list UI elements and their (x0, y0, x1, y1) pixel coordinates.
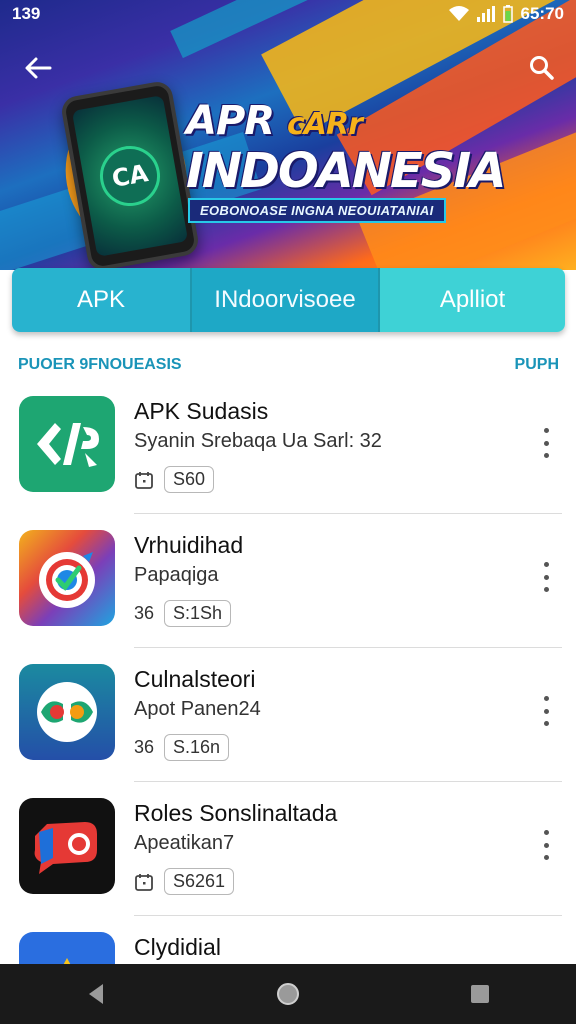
search-button[interactable] (522, 48, 562, 88)
list-item[interactable]: Vrhuidihad Papaqiga 36 S:1Sh (0, 518, 576, 652)
app-meta: S60 (134, 466, 215, 493)
more-options-button[interactable] (536, 562, 556, 592)
app-subtitle: Syanin Srebaqa Ua Sarl: 32 (134, 430, 382, 452)
app-title: APK Sudasis (134, 398, 269, 424)
more-options-button[interactable] (536, 696, 556, 726)
section-title: PUOER 9FNOUEASIS (18, 356, 182, 373)
wifi-icon (448, 6, 469, 21)
app-title: Culnalsteori (134, 666, 256, 692)
calendar-icon (135, 471, 153, 489)
phone-logo: CA (95, 141, 165, 211)
status-bar: 139 65:70 (0, 0, 576, 28)
system-nav-bar (0, 964, 576, 1024)
app-size-chip: S6261 (164, 868, 235, 895)
app-meta: 36 S.16n (134, 734, 230, 761)
list-item[interactable]: APK Sudasis Syanin Srebaqa Ua Sarl: 32 S… (0, 384, 576, 518)
app-logo-circle-icon (19, 664, 115, 760)
nav-home-icon (277, 983, 299, 1005)
nav-recents-icon (471, 985, 489, 1003)
app-size-chip: S.16n (164, 734, 230, 761)
nav-back-button[interactable] (76, 974, 116, 1014)
app-rating-text: 36 (134, 603, 155, 623)
app-subtitle: Apot Panen24 (134, 698, 261, 720)
nav-recents-button[interactable] (460, 974, 500, 1014)
app-meta: S6261 (134, 868, 235, 895)
back-button[interactable] (18, 48, 58, 88)
app-list: APK Sudasis Syanin Srebaqa Ua Sarl: 32 S… (0, 384, 576, 1024)
hero-banner: 139 65:70 CA APR cARr INDOANESIA EOBONOA… (0, 0, 576, 270)
battery-icon (502, 5, 513, 23)
hero-subtitle-banner: EOBONOASE INGNA NEOUIATANIAI (188, 198, 446, 223)
hero-title-accent: cARr (287, 107, 363, 142)
app-subtitle: Papaqiga (134, 564, 219, 586)
nav-home-button[interactable] (268, 974, 308, 1014)
tab-indonesia[interactable]: INdoorvisoee (192, 268, 380, 332)
app-logo-target-icon (19, 530, 115, 626)
list-item[interactable]: Roles Sonslinaltada Apeatikan7 S6261 (0, 786, 576, 920)
signal-icon (476, 6, 495, 22)
app-logo-apk-icon (19, 396, 115, 492)
app-logo-chat-icon (19, 798, 115, 894)
back-arrow-icon (25, 57, 52, 79)
app-rating-text: 36 (134, 737, 155, 757)
tab-apk[interactable]: APK (12, 268, 192, 332)
app-title: Roles Sonslinaltada (134, 800, 338, 826)
app-meta: 36 S:1Sh (134, 600, 232, 627)
list-item[interactable]: Culnalsteori Apot Panen24 36 S.16n (0, 652, 576, 786)
hero-title: APR cARr INDOANESIA (186, 98, 506, 199)
status-time-left: 139 (12, 4, 41, 23)
calendar-icon (135, 873, 153, 891)
app-size-chip: S:1Sh (164, 600, 232, 627)
more-options-button[interactable] (536, 830, 556, 860)
section-action-link[interactable]: PUPH (515, 356, 559, 374)
app-title: Vrhuidihad (134, 532, 244, 558)
hero-title-line2: INDOANESIA (186, 143, 506, 199)
section-header: PUOER 9FNOUEASIS PUPH (18, 354, 559, 376)
app-size-chip: S60 (164, 466, 215, 493)
app-title: Clydidial (134, 934, 221, 960)
tab-applications[interactable]: Aplliot (380, 268, 565, 332)
app-subtitle: Apeatikan7 (134, 832, 235, 854)
tab-bar: APK INdoorvisoee Aplliot (12, 268, 565, 332)
search-icon (530, 56, 554, 80)
status-time-right: 65:70 (520, 4, 564, 23)
hero-title-line1: APR (186, 98, 275, 144)
more-options-button[interactable] (536, 428, 556, 458)
nav-back-icon (89, 984, 103, 1004)
